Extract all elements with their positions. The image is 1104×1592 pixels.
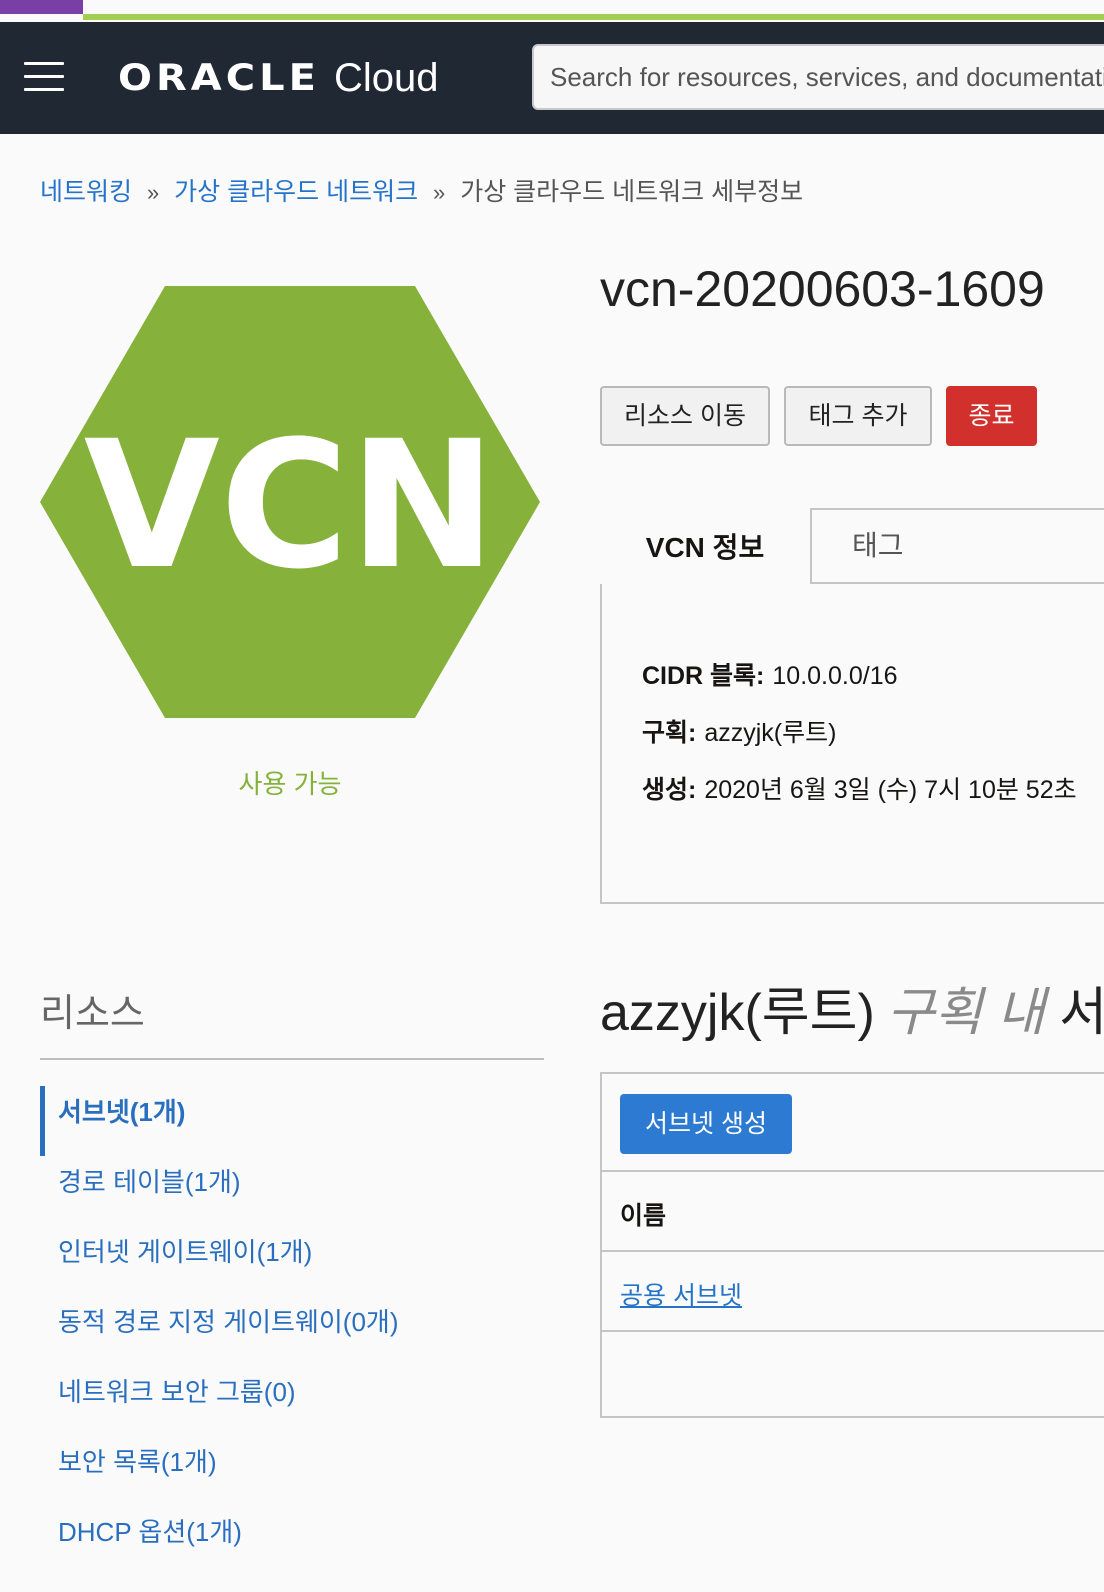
subnets-heading-compartment: azzyjk(루트) bbox=[600, 984, 875, 1042]
breadcrumb-separator: » bbox=[146, 180, 160, 205]
tab-divider bbox=[810, 582, 1104, 584]
created-value: 2020년 6월 3일 (수) 7시 10분 52초 bbox=[704, 776, 1077, 804]
resource-item-route-tables[interactable]: 경로 테이블(1개) bbox=[40, 1158, 544, 1228]
oracle-cloud-logo[interactable]: ORACLE Cloud bbox=[118, 52, 438, 104]
accent-purple bbox=[0, 0, 83, 14]
table-divider bbox=[600, 1330, 1104, 1332]
subnets-heading-tail: 서 bbox=[1059, 984, 1104, 1042]
tab-tags[interactable]: 태그 bbox=[852, 524, 904, 564]
subnets-heading-italic: 구획 내 bbox=[886, 984, 1045, 1042]
terminate-button[interactable]: 종료 bbox=[946, 386, 1037, 446]
cidr-label: CIDR 블록: bbox=[642, 662, 765, 690]
top-navigation-bar: ORACLE Cloud Search for resources, servi… bbox=[0, 22, 1104, 134]
info-created: 생성: 2020년 6월 3일 (수) 7시 10분 52초 bbox=[642, 770, 1077, 806]
subnets-heading: azzyjk(루트) 구획 내 서 bbox=[600, 970, 1104, 1045]
resource-item-internet-gateways[interactable]: 인터넷 게이트웨이(1개) bbox=[40, 1228, 544, 1298]
cidr-value: 10.0.0.0/16 bbox=[772, 662, 898, 690]
brand-cloud: Cloud bbox=[333, 55, 439, 100]
page-title: vcn-20200603-1609 bbox=[600, 261, 1045, 317]
move-resource-button[interactable]: 리소스 이동 bbox=[600, 386, 770, 446]
breadcrumb-vcn-list[interactable]: 가상 클라우드 네트워크 bbox=[174, 178, 418, 206]
created-label: 생성: bbox=[642, 776, 697, 804]
resource-item-dhcp-options[interactable]: DHCP 옵션(1개) bbox=[40, 1508, 544, 1578]
table-divider bbox=[600, 1170, 1104, 1172]
accent-green bbox=[83, 14, 1104, 20]
hamburger-menu-icon[interactable] bbox=[24, 60, 64, 92]
status-text: 사용 가능 bbox=[238, 769, 342, 799]
resource-item-drg[interactable]: 동적 경로 지정 게이트웨이(0개) bbox=[40, 1298, 544, 1368]
vcn-badge-text: VCN bbox=[84, 403, 497, 608]
resource-item-security-lists[interactable]: 보안 목록(1개) bbox=[40, 1438, 544, 1508]
create-subnet-button[interactable]: 서브넷 생성 bbox=[620, 1094, 792, 1154]
tab-vcn-info[interactable]: VCN 정보 bbox=[600, 508, 812, 584]
compartment-value: azzyjk(루트) bbox=[704, 719, 837, 747]
resources-list: 서브넷(1개) 경로 테이블(1개) 인터넷 게이트웨이(1개) 동적 경로 지… bbox=[40, 1086, 544, 1578]
vcn-hexagon-icon: VCN bbox=[40, 286, 540, 718]
resource-item-subnets[interactable]: 서브넷(1개) bbox=[40, 1086, 544, 1158]
top-accent-strip bbox=[0, 0, 1104, 22]
compartment-label: 구획: bbox=[642, 719, 697, 747]
subnet-link-public[interactable]: 공용 서브넷 bbox=[620, 1276, 742, 1312]
resources-title: 리소스 bbox=[40, 993, 145, 1035]
add-tag-button[interactable]: 태그 추가 bbox=[784, 386, 932, 446]
resource-item-nsg[interactable]: 네트워크 보안 그룹(0) bbox=[40, 1368, 544, 1438]
table-divider bbox=[600, 1250, 1104, 1252]
resources-divider bbox=[40, 1058, 544, 1060]
breadcrumb-separator: » bbox=[433, 180, 446, 205]
search-input[interactable]: Search for resources, services, and docu… bbox=[532, 44, 1104, 110]
info-cidr: CIDR 블록: 10.0.0.0/16 bbox=[642, 656, 898, 692]
breadcrumb-networking[interactable]: 네트워킹 bbox=[40, 178, 132, 206]
info-compartment: 구획: azzyjk(루트) bbox=[642, 713, 836, 749]
breadcrumb-current: 가상 클라우드 네트워크 세부정보 bbox=[460, 178, 804, 206]
column-header-name: 이름 bbox=[620, 1202, 667, 1230]
brand-oracle: ORACLE bbox=[118, 56, 320, 100]
breadcrumb: 네트워킹 » 가상 클라우드 네트워크 » 가상 클라우드 네트워크 세부정보 bbox=[40, 172, 803, 208]
